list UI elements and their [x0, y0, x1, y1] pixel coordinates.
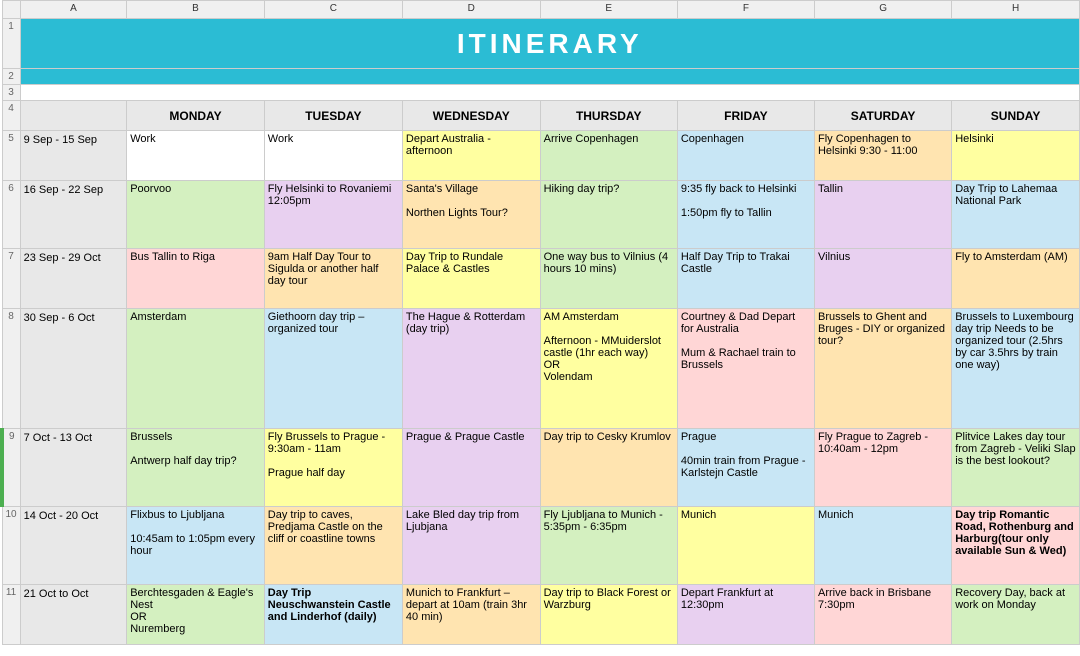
week-dates-6: 14 Oct - 20 Oct — [20, 507, 127, 585]
sun-5: Plitvice Lakes day tour from Zagreb - Ve… — [952, 429, 1080, 507]
thu-2: Hiking day trip? — [540, 181, 677, 249]
tue-6: Day trip to caves, Predjama Castle on th… — [264, 507, 402, 585]
tuesday-header: TUESDAY — [264, 101, 402, 131]
col-g-header: G — [814, 1, 951, 19]
sat-1: Fly Copenhagen to Helsinki 9:30 - 11:00 — [814, 131, 951, 181]
tue-5: Fly Brussels to Prague - 9:30am - 11am P… — [264, 429, 402, 507]
sun-1: Helsinki — [952, 131, 1080, 181]
week-dates-1: 9 Sep - 15 Sep — [20, 131, 127, 181]
week-row-9: 9 7 Oct - 13 Oct Brussels Antwerp half d… — [2, 429, 1080, 507]
fri-7: Depart Frankfurt at 12:30pm — [677, 585, 814, 645]
thursday-header: THURSDAY — [540, 101, 677, 131]
thu-5: Day trip to Cesky Krumlov — [540, 429, 677, 507]
mon-5: Brussels Antwerp half day trip? — [127, 429, 265, 507]
sunday-header: SUNDAY — [952, 101, 1080, 131]
sun-2: Day Trip to Lahemaa National Park — [952, 181, 1080, 249]
tue-3: 9am Half Day Tour to Sigulda or another … — [264, 249, 402, 309]
wed-4: The Hague & Rotterdam (day trip) — [402, 309, 540, 429]
wed-7: Munich to Frankfurt – depart at 10am (tr… — [402, 585, 540, 645]
wed-2: Santa's Village Northen Lights Tour? — [402, 181, 540, 249]
week-col-header — [20, 101, 127, 131]
wed-6: Lake Bled day trip from Ljubjana — [402, 507, 540, 585]
sun-7: Recovery Day, back at work on Monday — [952, 585, 1080, 645]
mon-6: Flixbus to Ljubljana 10:45am to 1:05pm e… — [127, 507, 265, 585]
wednesday-header: WEDNESDAY — [402, 101, 540, 131]
thu-1: Arrive Copenhagen — [540, 131, 677, 181]
week-dates-2: 16 Sep - 22 Sep — [20, 181, 127, 249]
week-dates-4: 30 Sep - 6 Oct — [20, 309, 127, 429]
saturday-header: SATURDAY — [814, 101, 951, 131]
row-1-label: 1 — [2, 19, 20, 69]
thu-3: One way bus to Vilnius (4 hours 10 mins) — [540, 249, 677, 309]
sun-4: Brussels to Luxembourg day trip Needs to… — [952, 309, 1080, 429]
fri-3: Half Day Trip to Trakai Castle — [677, 249, 814, 309]
thu-7: Day trip to Black Forest or Warzburg — [540, 585, 677, 645]
mon-4: Amsterdam — [127, 309, 265, 429]
week-dates-3: 23 Sep - 29 Oct — [20, 249, 127, 309]
week-row-10: 10 14 Oct - 20 Oct Flixbus to Ljubljana … — [2, 507, 1080, 585]
day-header-row: 4 MONDAY TUESDAY WEDNESDAY THURSDAY FRID… — [2, 101, 1080, 131]
spreadsheet: A B C D E F G H 1 ITINERARY 2 3 4 MONDAY… — [0, 0, 1080, 645]
corner-cell — [2, 1, 20, 19]
mon-1: Work — [127, 131, 265, 181]
thu-6: Fly Ljubljana to Munich - 5:35pm - 6:35p… — [540, 507, 677, 585]
col-e-header: E — [540, 1, 677, 19]
mon-3: Bus Tallin to Riga — [127, 249, 265, 309]
friday-header: FRIDAY — [677, 101, 814, 131]
week-dates-5: 7 Oct - 13 Oct — [20, 429, 127, 507]
col-f-header: F — [677, 1, 814, 19]
week-row-7: 7 23 Sep - 29 Oct Bus Tallin to Riga 9am… — [2, 249, 1080, 309]
sun-3: Fly to Amsterdam (AM) — [952, 249, 1080, 309]
fri-2: 9:35 fly back to Helsinki 1:50pm fly to … — [677, 181, 814, 249]
col-h-header: H — [952, 1, 1080, 19]
wed-1: Depart Australia - afternoon — [402, 131, 540, 181]
col-c-header: C — [264, 1, 402, 19]
week-row-5: 5 9 Sep - 15 Sep Work Work Depart Austra… — [2, 131, 1080, 181]
sun-6: Day trip Romantic Road, Rothenburg and H… — [952, 507, 1080, 585]
sat-4: Brussels to Ghent and Bruges - DIY or or… — [814, 309, 951, 429]
row-3: 3 — [2, 85, 1080, 101]
sat-6: Munich — [814, 507, 951, 585]
sat-3: Vilnius — [814, 249, 951, 309]
fri-5: Prague 40min train from Prague - Karlste… — [677, 429, 814, 507]
fri-6: Munich — [677, 507, 814, 585]
mon-2: Poorvoo — [127, 181, 265, 249]
monday-header: MONDAY — [127, 101, 265, 131]
col-a-header: A — [20, 1, 127, 19]
sat-7: Arrive back in Brisbane 7:30pm — [814, 585, 951, 645]
tue-2: Fly Helsinki to Rovaniemi 12:05pm — [264, 181, 402, 249]
mon-7: Berchtesgaden & Eagle's Nest OR Nurember… — [127, 585, 265, 645]
col-b-header: B — [127, 1, 265, 19]
fri-4: Courtney & Dad Depart for Australia Mum … — [677, 309, 814, 429]
col-d-header: D — [402, 1, 540, 19]
thu-4: AM Amsterdam Afternoon - MMuiderslot cas… — [540, 309, 677, 429]
sat-5: Fly Prague to Zagreb - 10:40am - 12pm — [814, 429, 951, 507]
col-letter-row: A B C D E F G H — [2, 1, 1080, 19]
wed-3: Day Trip to Rundale Palace & Castles — [402, 249, 540, 309]
title-row: 1 ITINERARY — [2, 19, 1080, 69]
week-row-6: 6 16 Sep - 22 Sep Poorvoo Fly Helsinki t… — [2, 181, 1080, 249]
tue-4: Giethoorn day trip – organized tour — [264, 309, 402, 429]
tue-7: Day Trip Neuschwanstein Castle and Linde… — [264, 585, 402, 645]
row-2: 2 — [2, 69, 1080, 85]
fri-1: Copenhagen — [677, 131, 814, 181]
tue-1: Work — [264, 131, 402, 181]
wed-5: Prague & Prague Castle — [402, 429, 540, 507]
week-row-8: 8 30 Sep - 6 Oct Amsterdam Giethoorn day… — [2, 309, 1080, 429]
week-row-11: 11 21 Oct to Oct Berchtesgaden & Eagle's… — [2, 585, 1080, 645]
sat-2: Tallin — [814, 181, 951, 249]
week-dates-7: 21 Oct to Oct — [20, 585, 127, 645]
page-title: ITINERARY — [457, 28, 643, 59]
